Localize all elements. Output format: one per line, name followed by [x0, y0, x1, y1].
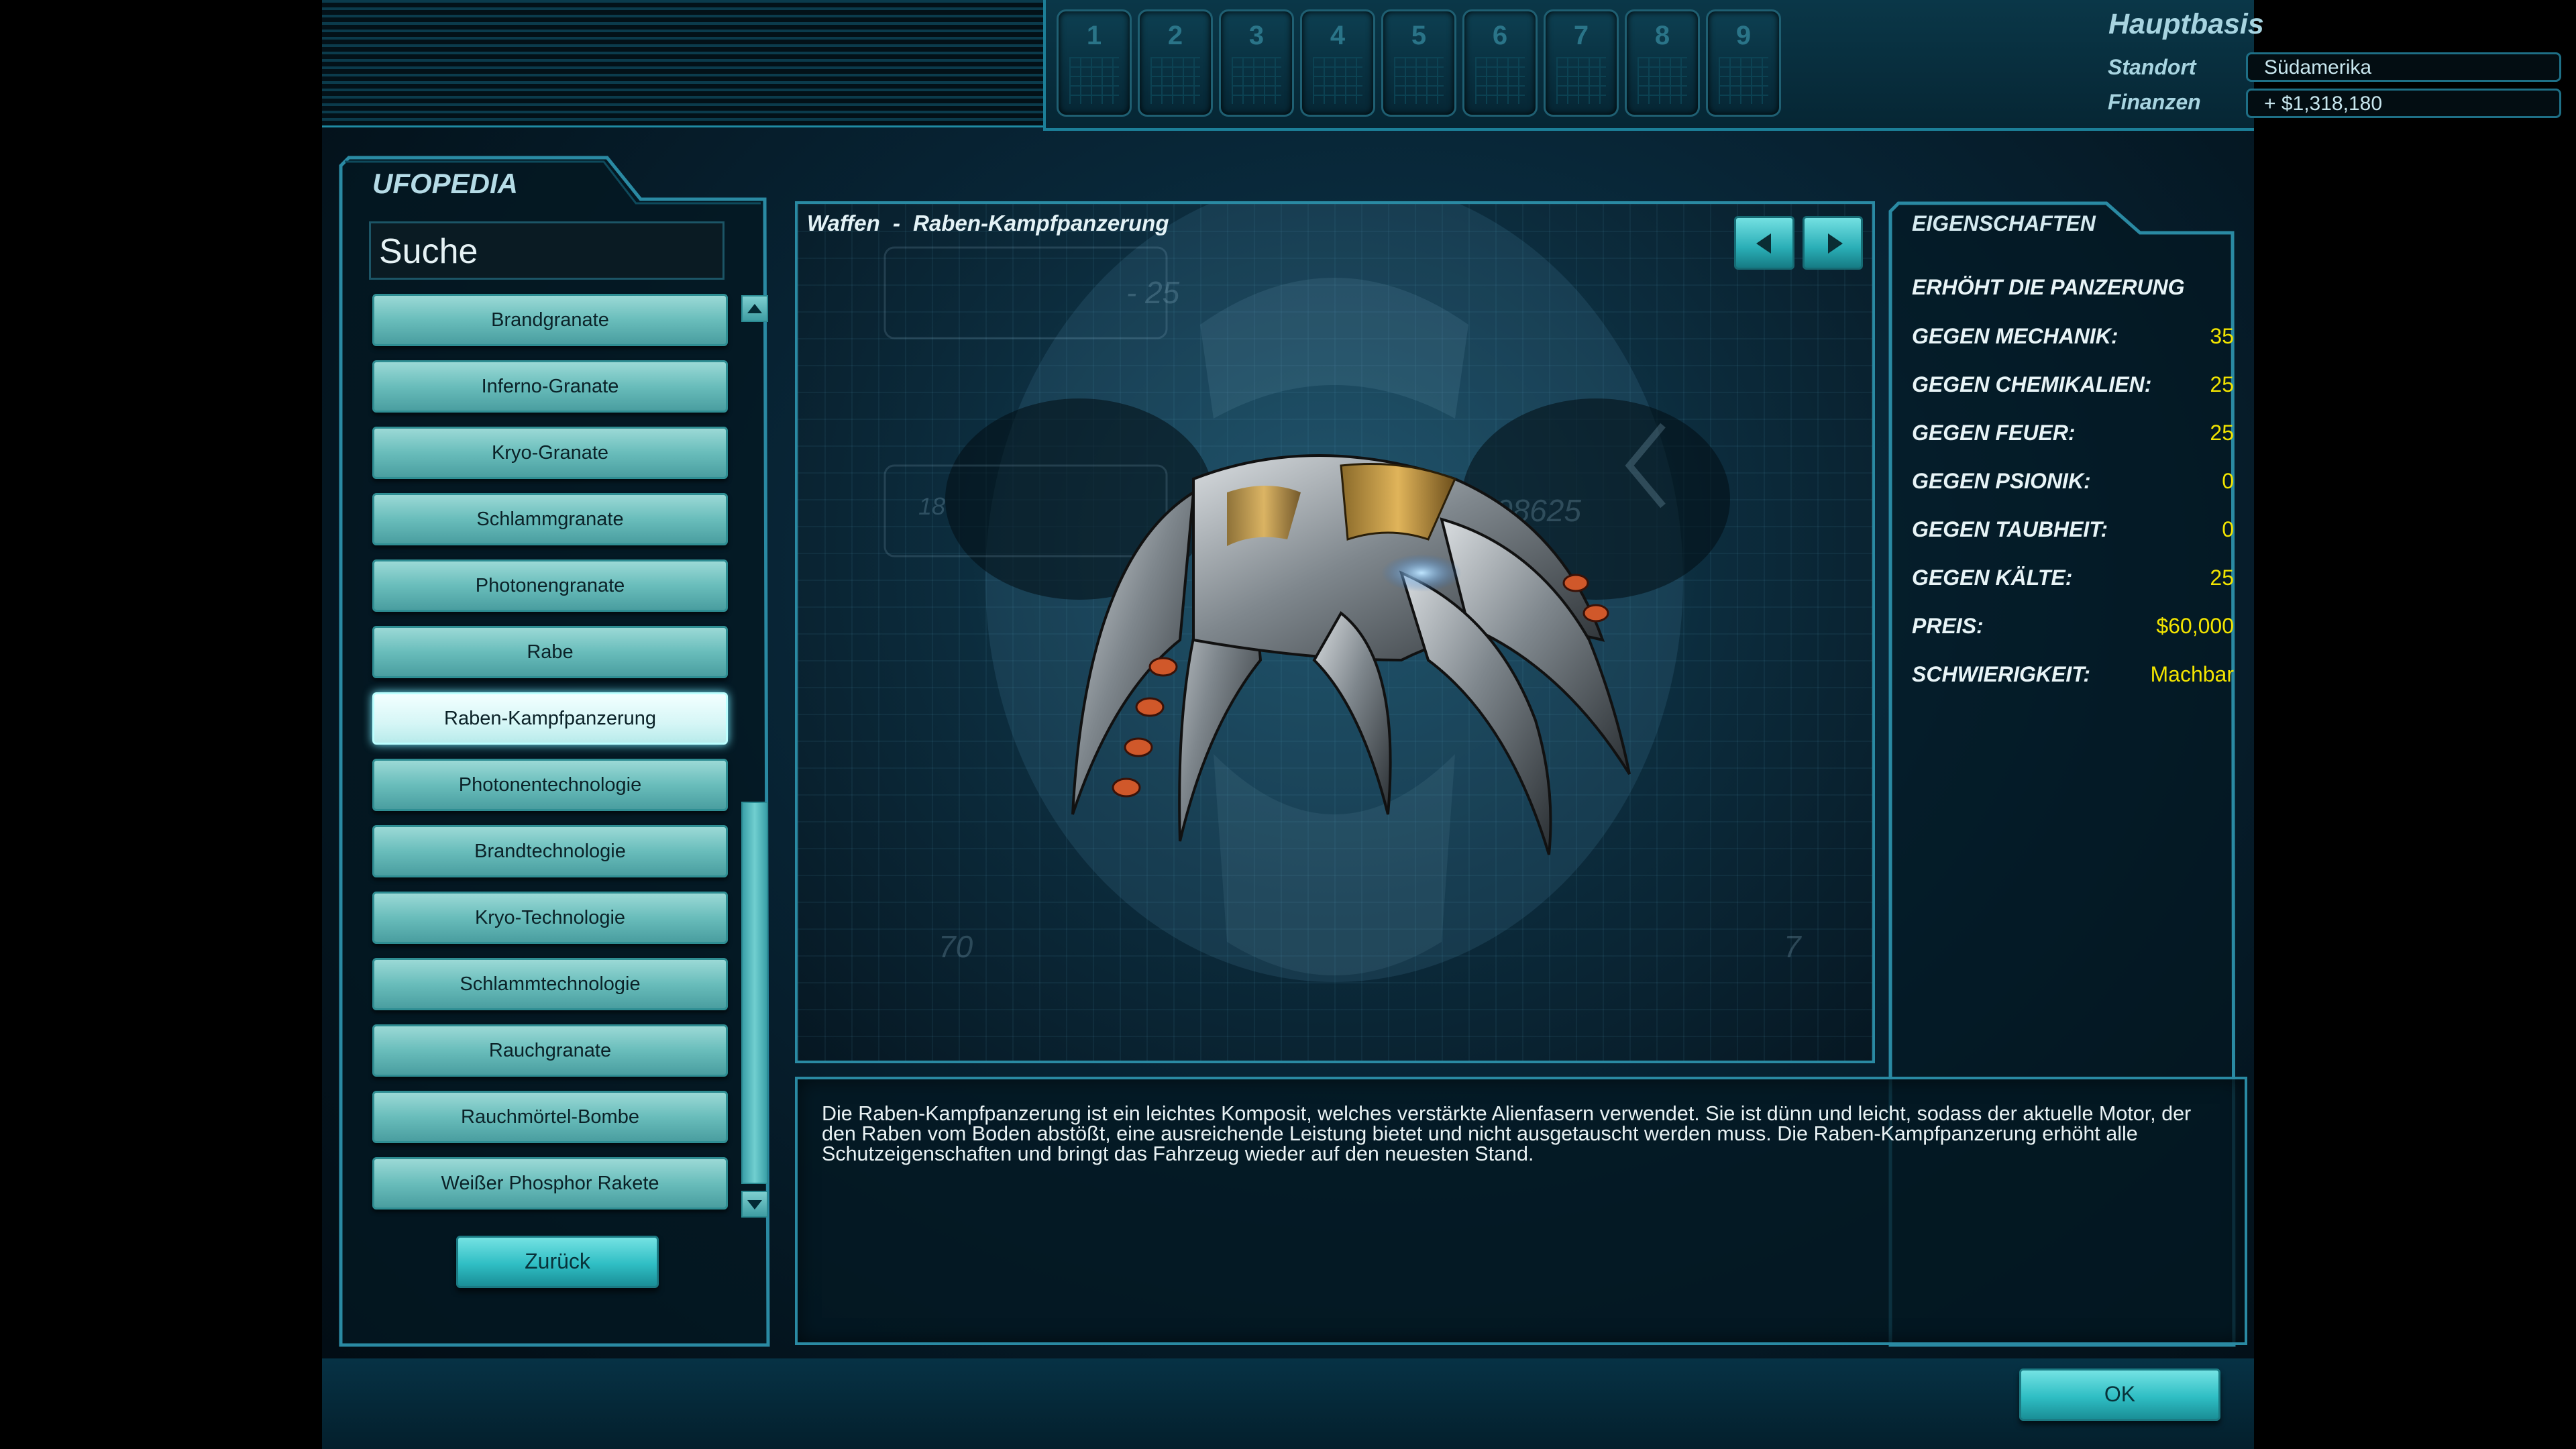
screen: { "header": { "base_name": "Hauptbasis",…	[0, 0, 2576, 1449]
property-row: PREIS: $60,000	[1912, 614, 2234, 654]
list-item[interactable]: Photonengranate	[372, 559, 728, 612]
property-row: GEGEN PSIONIK: 0	[1912, 469, 2234, 509]
ghost-number-5: 7	[1784, 929, 1801, 964]
arrow-up-icon	[747, 304, 762, 313]
slot-grid	[1232, 57, 1281, 104]
property-value: Machbar	[2150, 662, 2235, 686]
property-value: 25	[2210, 421, 2234, 445]
slot-number: 2	[1167, 21, 1183, 50]
slot-number: 9	[1735, 21, 1752, 50]
list-item[interactable]: Raben-Kampfpanzerung	[372, 692, 728, 745]
list-item[interactable]: Rauchmörtel-Bombe	[372, 1091, 728, 1143]
list-item[interactable]: Weißer Phosphor Rakete	[372, 1157, 728, 1210]
property-row: GEGEN MECHANIK: 35	[1912, 324, 2234, 364]
list-item[interactable]: Brandtechnologie	[372, 825, 728, 877]
location-label: Standort	[2108, 55, 2196, 79]
property-row: GEGEN CHEMIKALIEN: 25	[1912, 372, 2234, 413]
description-text: Die Raben-Kampfpanzerung ist ein leichte…	[822, 1102, 2192, 1165]
property-label: GEGEN FEUER:	[1912, 421, 2076, 445]
location-field: Südamerika	[2246, 52, 2561, 82]
search-input[interactable]: Suche	[369, 221, 724, 280]
slot-grid	[1069, 57, 1119, 104]
list-item[interactable]: Schlammtechnologie	[372, 958, 728, 1010]
property-row: GEGEN KÄLTE: 25	[1912, 566, 2234, 606]
slot-number: 6	[1492, 21, 1508, 50]
base-title: Hauptbasis	[2108, 8, 2264, 40]
property-value: $60,000	[2156, 614, 2234, 638]
slot-number: 4	[1330, 21, 1346, 50]
next-button[interactable]	[1803, 216, 1863, 270]
ghost-number-4: 70	[938, 929, 973, 964]
base-slot-5[interactable]: 5	[1381, 9, 1456, 117]
scroll-down-button[interactable]	[741, 1191, 768, 1218]
base-slot-9[interactable]: 9	[1706, 9, 1781, 117]
slot-grid	[1313, 57, 1362, 104]
slot-grid	[1556, 57, 1606, 104]
base-slot-7[interactable]: 7	[1544, 9, 1619, 117]
property-label: GEGEN PSIONIK:	[1912, 469, 2091, 493]
property-label: GEGEN KÄLTE:	[1912, 566, 2073, 590]
viewer-title: Waffen - Raben-Kampfpanzerung	[807, 211, 1169, 236]
property-value: 0	[2222, 469, 2234, 493]
slot-number: 8	[1654, 21, 1670, 50]
slot-grid	[1394, 57, 1444, 104]
scrollbar-thumb[interactable]	[741, 802, 768, 1184]
finances-label: Finanzen	[2108, 90, 2201, 114]
property-label: GEGEN TAUBHEIT:	[1912, 517, 2108, 541]
slot-number: 5	[1411, 21, 1427, 50]
property-label: GEGEN MECHANIK:	[1912, 324, 2118, 348]
base-slot-1[interactable]: 1	[1057, 9, 1132, 117]
ok-button[interactable]: OK	[2019, 1368, 2220, 1421]
slot-number: 1	[1086, 21, 1102, 50]
list-item[interactable]: Rauchgranate	[372, 1024, 728, 1077]
prev-button[interactable]	[1734, 216, 1794, 270]
list-item[interactable]: Kryo-Technologie	[372, 892, 728, 944]
list-item[interactable]: Rabe	[372, 626, 728, 678]
base-slot-8[interactable]: 8	[1625, 9, 1700, 117]
slot-grid	[1150, 57, 1200, 104]
list-item[interactable]: Photonentechnologie	[372, 759, 728, 811]
viewer-separator: -	[892, 211, 900, 235]
base-slot-3[interactable]: 3	[1219, 9, 1294, 117]
base-slot-6[interactable]: 6	[1462, 9, 1538, 117]
viewer-category: Waffen	[807, 211, 880, 235]
base-slot-4[interactable]: 4	[1300, 9, 1375, 117]
base-slot-2[interactable]: 2	[1138, 9, 1213, 117]
list-item[interactable]: Kryo-Granate	[372, 427, 728, 479]
arrow-left-icon	[1756, 233, 1771, 254]
item-viewer: - 25 18 08625 70 7 Waffen - Raben-Kampfp…	[795, 201, 1875, 1063]
list-item[interactable]: Inferno-Granate	[372, 360, 728, 413]
raven-ship-image	[1071, 454, 1631, 855]
property-value: 35	[2210, 324, 2234, 348]
property-row: GEGEN FEUER: 25	[1912, 421, 2234, 461]
property-label: SCHWIERIGKEIT:	[1912, 662, 2091, 686]
ghost-number-2: 18	[918, 492, 946, 520]
property-value: 25	[2210, 566, 2234, 590]
slot-grid	[1475, 57, 1525, 104]
property-label: PREIS:	[1912, 614, 1984, 638]
slot-number: 7	[1573, 21, 1589, 50]
property-value: 25	[2210, 372, 2234, 396]
properties-title: EIGENSCHAFTEN	[1912, 211, 2096, 235]
properties-headline: ERHÖHT DIE PANZERUNG	[1912, 275, 2185, 299]
slot-grid	[1719, 57, 1768, 104]
ufopedia-title: UFOPEDIA	[372, 168, 519, 199]
viewer-item-name: Raben-Kampfpanzerung	[913, 211, 1169, 235]
list-item[interactable]: Brandgranate	[372, 294, 728, 346]
back-button[interactable]: Zurück	[456, 1236, 659, 1288]
ghost-number-1: - 25	[1126, 275, 1180, 310]
header-stripes	[322, 0, 1043, 127]
list-item[interactable]: Schlammgranate	[372, 493, 728, 545]
property-value: 0	[2222, 517, 2234, 541]
slot-grid	[1638, 57, 1687, 104]
property-row: SCHWIERIGKEIT: Machbar	[1912, 662, 2234, 702]
property-label: GEGEN CHEMIKALIEN:	[1912, 372, 2152, 396]
property-row: GEGEN TAUBHEIT: 0	[1912, 517, 2234, 557]
scroll-up-button[interactable]	[741, 295, 768, 322]
slot-number: 3	[1248, 21, 1265, 50]
arrow-right-icon	[1828, 233, 1843, 254]
arrow-down-icon	[747, 1200, 762, 1210]
finances-field: + $1,318,180	[2246, 89, 2561, 118]
